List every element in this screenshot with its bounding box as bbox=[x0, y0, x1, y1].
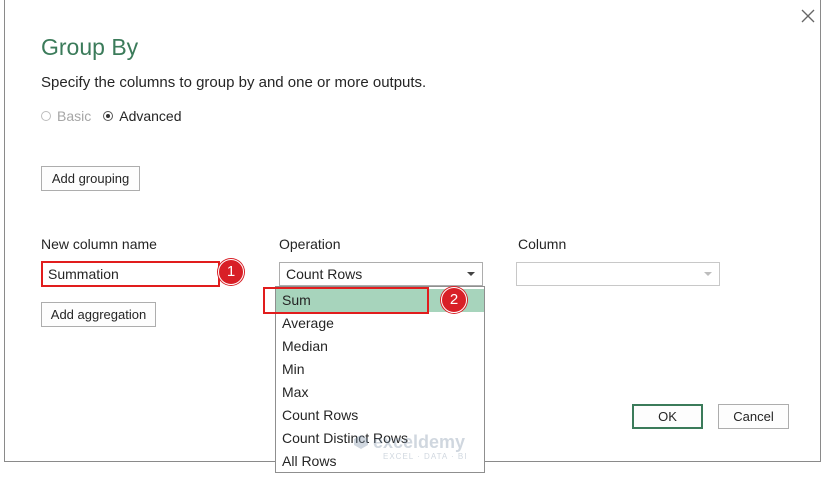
new-column-name-label: New column name bbox=[41, 236, 157, 252]
dropdown-item-count-rows[interactable]: Count Rows bbox=[276, 404, 484, 427]
new-column-name-input[interactable]: Summation bbox=[41, 261, 220, 287]
cancel-button[interactable]: Cancel bbox=[718, 404, 789, 429]
chevron-down-icon bbox=[704, 272, 712, 276]
column-label: Column bbox=[518, 236, 567, 252]
chevron-down-icon bbox=[467, 272, 475, 276]
ok-button[interactable]: OK bbox=[632, 404, 703, 429]
radio-basic-label: Basic bbox=[57, 108, 92, 124]
step-badge-2: 2 bbox=[441, 287, 467, 313]
radio-advanced[interactable]: Advanced bbox=[103, 108, 182, 124]
step-badge-1: 1 bbox=[218, 259, 244, 285]
operation-select-value: Count Rows bbox=[286, 266, 363, 282]
close-icon-glyph bbox=[801, 9, 815, 23]
add-grouping-button[interactable]: Add grouping bbox=[41, 166, 140, 191]
dropdown-item-median[interactable]: Median bbox=[276, 335, 484, 358]
radio-advanced-circle[interactable] bbox=[103, 111, 114, 121]
dialog-subtitle: Specify the columns to group by and one … bbox=[41, 74, 427, 91]
dropdown-item-min[interactable]: Min bbox=[276, 358, 484, 381]
watermark-logo-icon bbox=[354, 435, 368, 449]
close-icon[interactable] bbox=[798, 6, 818, 26]
dropdown-item-max[interactable]: Max bbox=[276, 381, 484, 404]
radio-advanced-label: Advanced bbox=[119, 108, 182, 124]
dropdown-item-average[interactable]: Average bbox=[276, 312, 484, 335]
operation-select[interactable]: Count Rows bbox=[279, 262, 483, 286]
add-aggregation-button[interactable]: Add aggregation bbox=[41, 302, 156, 327]
dialog-title: Group By bbox=[41, 34, 139, 60]
watermark-tagline: EXCEL · DATA · BI bbox=[383, 452, 468, 461]
radio-basic-circle[interactable] bbox=[41, 111, 51, 121]
operation-label: Operation bbox=[279, 236, 341, 252]
watermark: exceldemy EXCEL · DATA · BI bbox=[353, 432, 493, 462]
watermark-name: exceldemy bbox=[373, 432, 466, 452]
mode-radio-group: Basic Advanced bbox=[41, 108, 194, 124]
radio-basic[interactable]: Basic bbox=[41, 108, 91, 124]
column-select[interactable] bbox=[516, 262, 720, 286]
